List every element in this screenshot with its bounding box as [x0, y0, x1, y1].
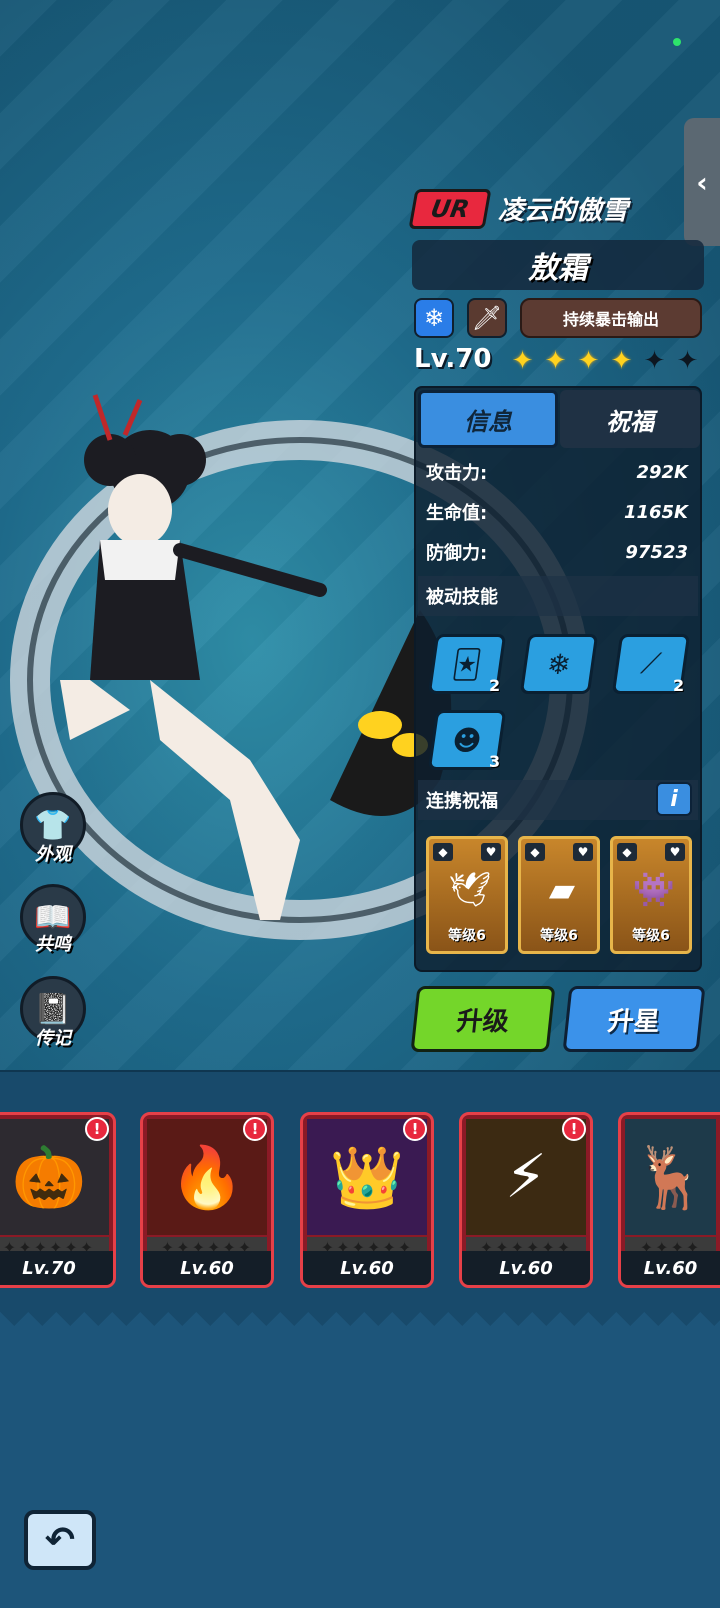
passive-skills-header: 被动技能 — [418, 576, 698, 616]
chevron-left-icon: ‹ — [696, 165, 708, 199]
resonance-label: 共鸣 — [35, 934, 71, 955]
hero-card-level: Lv.60 — [621, 1251, 720, 1285]
collapse-tab[interactable]: ‹ — [684, 118, 720, 246]
info-button[interactable]: i — [656, 782, 692, 816]
shirt-icon: 👕 — [34, 807, 72, 843]
card-level: 等级6 — [540, 928, 578, 944]
sword-class-icon[interactable]: 🗡 — [467, 298, 507, 338]
card-level: 等级6 — [632, 928, 670, 944]
alert-icon: ! — [562, 1117, 586, 1141]
demon-pet-icon: 👾 — [632, 870, 676, 910]
star-rating: ✦ ✦ ✦ ✦ ✦ ✦ — [508, 346, 702, 376]
bless-card[interactable]: ◆ ♥ ▰ 等级6 — [518, 836, 600, 954]
reindeer-icon: 🦌 — [625, 1119, 716, 1235]
star-empty-icon: ✦ — [643, 346, 666, 376]
star-icon: ✦ — [544, 346, 567, 376]
hero-card-level: Lv.60 — [462, 1251, 590, 1285]
card-level: 等级6 — [448, 928, 486, 944]
claw-skill-icon[interactable]: ⟋ 2 — [611, 634, 691, 695]
tab-info[interactable]: 信息 — [418, 390, 558, 448]
stat-label: 攻击力: — [426, 463, 488, 484]
rarity-badge: UR — [408, 189, 492, 229]
bless-card[interactable]: ◆ ♥ 👾 等级6 — [610, 836, 692, 954]
stat-attack: 攻击力: 292K — [418, 452, 698, 492]
biography-label: 传记 — [35, 1028, 71, 1049]
skill-count: 2 — [672, 676, 684, 695]
journal-icon: 📓 — [34, 991, 72, 1027]
upgrade-button[interactable]: 升级 — [410, 986, 556, 1052]
card-skill-icon[interactable]: 🃏 2 — [427, 634, 507, 695]
hero-level: Lv.70 — [414, 344, 492, 374]
stat-label: 防御力: — [426, 543, 488, 564]
star-empty-icon: ✦ — [676, 346, 699, 376]
alert-icon: ! — [85, 1117, 109, 1141]
role-tag[interactable]: 持续暴击输出 — [520, 298, 702, 338]
star-icon: ✦ — [577, 346, 600, 376]
back-arrow-icon: ↶ — [44, 1519, 76, 1561]
hero-subtitle: 凌云的傲雪 — [498, 196, 629, 226]
type-icon: ◆ — [617, 843, 637, 861]
heart-icon: ♥ — [665, 843, 685, 861]
type-icon: ◆ — [525, 843, 545, 861]
stat-hp: 生命值: 1165K — [418, 492, 698, 532]
star-icon: ✦ — [610, 346, 633, 376]
stat-value: 97523 — [625, 541, 688, 563]
snowflake-skill-icon[interactable]: ❄ — [519, 634, 599, 694]
stat-label: 生命值: — [426, 503, 488, 524]
type-icon: ◆ — [433, 843, 453, 861]
ice-element-icon[interactable]: ❄ — [414, 298, 454, 338]
skill-count: 2 — [488, 676, 500, 695]
appearance-label: 外观 — [35, 844, 71, 865]
heart-icon: ♥ — [573, 843, 593, 861]
tab-bless[interactable]: 祝福 — [560, 390, 700, 448]
strip-edge — [0, 1312, 720, 1340]
alert-icon: ! — [243, 1117, 267, 1141]
back-button[interactable]: ↶ — [24, 1510, 96, 1570]
skill-count: 3 — [488, 752, 500, 771]
stat-value: 292K — [636, 461, 688, 483]
hero-card-level: Lv.60 — [303, 1251, 431, 1285]
hero-name: 敖霜 — [412, 240, 704, 290]
winged-emblem-icon: 🕊 — [448, 870, 492, 910]
bless-card[interactable]: ◆ ♥ 🕊 等级6 — [426, 836, 508, 954]
star-icon: ✦ — [511, 346, 534, 376]
stat-defense: 防御力: 97523 — [418, 532, 698, 572]
gold-bars-icon: ▰ — [548, 870, 576, 910]
hero-card[interactable]: 🦌 ✦✦✦✦ Lv.60 — [618, 1112, 720, 1288]
hero-card[interactable]: ⚡ ✦✦✦✦✦✦ Lv.60 ! — [459, 1112, 593, 1288]
stat-value: 1165K — [623, 501, 688, 523]
status-dot — [673, 38, 681, 46]
hero-card-level: Lv.60 — [143, 1251, 271, 1285]
demon-skill-icon[interactable]: ☻ 3 — [427, 710, 507, 771]
hero-card[interactable]: 🔥 ✦✦✦✦✦✦ Lv.60 ! — [140, 1112, 274, 1288]
hero-card[interactable]: 🎃 ✦✦✦✦✦✦ Lv.70 ! — [0, 1112, 116, 1288]
alert-icon: ! — [403, 1117, 427, 1141]
star-up-button[interactable]: 升星 — [562, 986, 706, 1052]
hero-card-level: Lv.70 — [0, 1251, 113, 1285]
hero-card[interactable]: 👑 ✦✦✦✦✦✦ Lv.60 ! — [300, 1112, 434, 1288]
heart-icon: ♥ — [481, 843, 501, 861]
